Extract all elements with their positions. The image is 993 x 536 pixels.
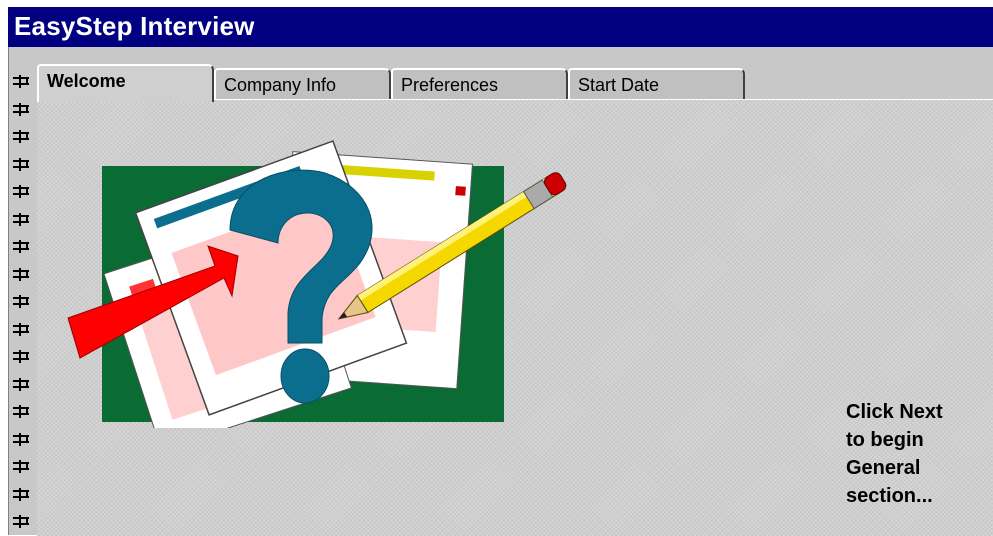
spiral-ring-icon	[13, 350, 31, 364]
tab-preferences-label: Preferences	[401, 75, 499, 95]
tab-start-date-label: Start Date	[578, 75, 660, 95]
tab-start-date[interactable]: Start Date	[568, 68, 745, 100]
question-document-illustration	[67, 140, 567, 428]
spiral-ring-icon	[13, 322, 31, 337]
spiral-ring-icon	[13, 212, 31, 227]
window-title: EasyStep Interview	[14, 11, 255, 41]
spiral-ring-icon	[13, 157, 31, 172]
tab-welcome[interactable]: Welcome	[37, 64, 214, 102]
instruction-line-4: section...	[846, 485, 933, 507]
tab-company-info[interactable]: Company Info	[214, 68, 391, 100]
spiral-ring-icon	[13, 75, 31, 89]
tab-bar: Welcome Company Info Preferences Start D…	[37, 64, 993, 102]
title-bar[interactable]: EasyStep Interview	[8, 7, 993, 47]
spiral-ring-icon	[13, 460, 31, 474]
spiral-binding	[9, 67, 35, 535]
spiral-ring-icon	[13, 515, 31, 529]
tab-welcome-label: Welcome	[47, 71, 126, 91]
spiral-ring-icon	[13, 405, 31, 419]
instruction-text: Click Next to begin General section...	[846, 398, 986, 510]
spiral-ring-icon	[13, 377, 31, 392]
spiral-ring-icon	[13, 240, 31, 254]
spiral-ring-icon	[13, 185, 31, 199]
spiral-ring-icon	[13, 432, 31, 447]
spiral-ring-icon	[13, 487, 31, 502]
tab-company-info-label: Company Info	[224, 75, 337, 95]
spiral-ring-icon	[13, 130, 31, 144]
spiral-ring-icon	[13, 102, 31, 117]
spiral-ring-icon	[13, 267, 31, 282]
instruction-line-1: Click Next	[846, 401, 943, 423]
tab-preferences[interactable]: Preferences	[391, 68, 568, 100]
instruction-line-2: to begin	[846, 429, 924, 451]
instruction-line-3: General	[846, 457, 921, 479]
spiral-ring-icon	[13, 295, 31, 309]
